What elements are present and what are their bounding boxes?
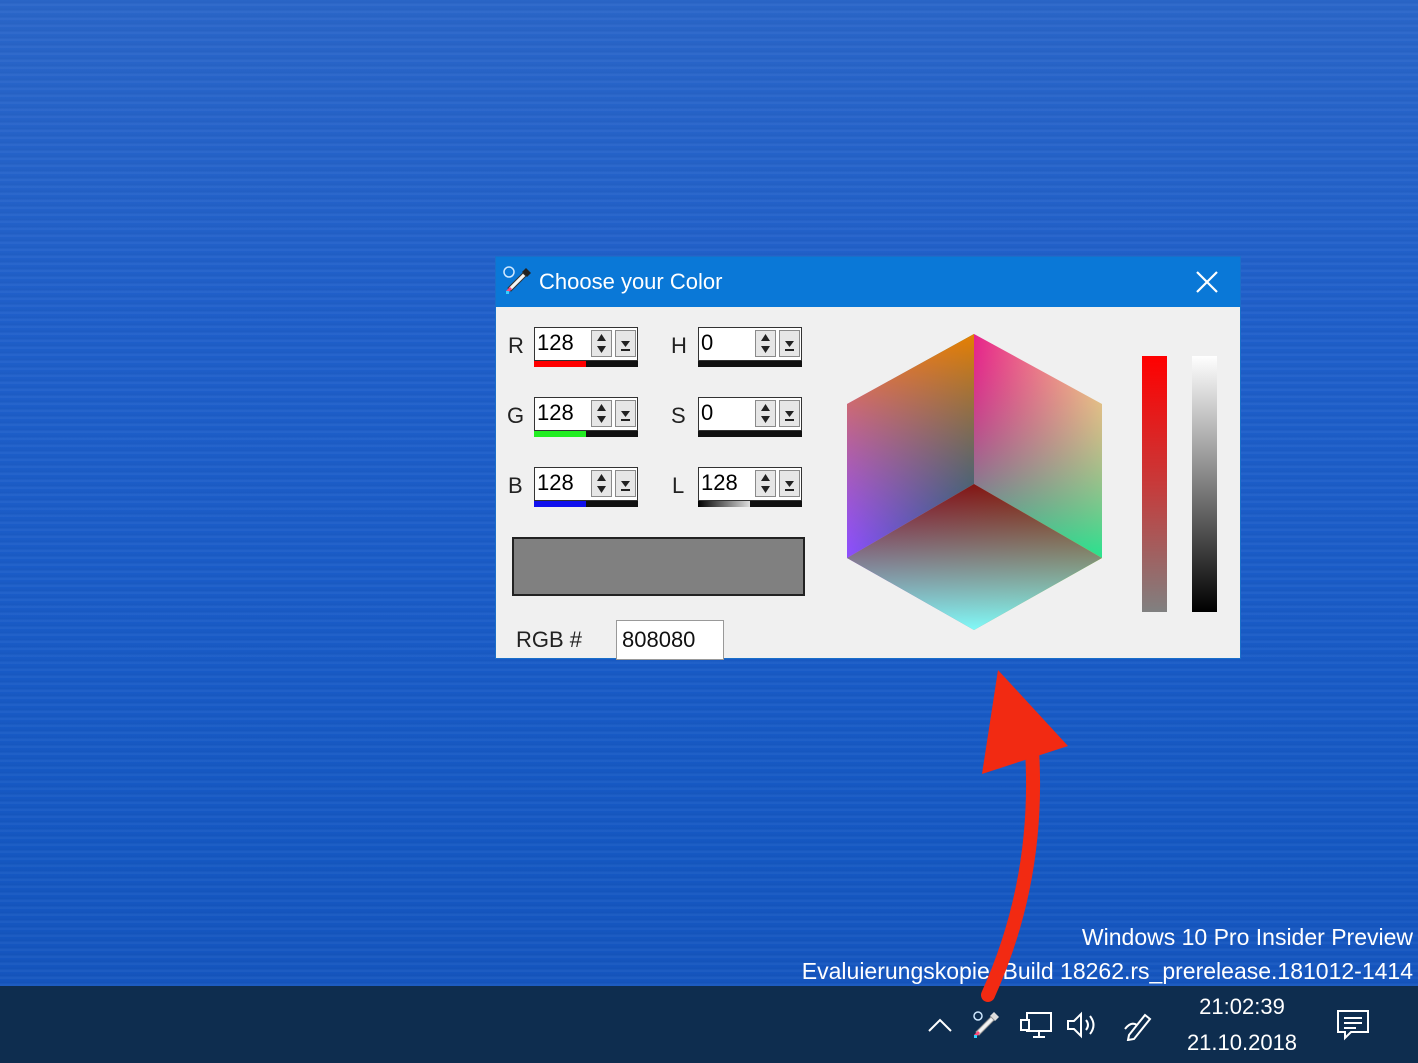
blue-value: 128 [537,470,574,495]
red-level-fill [534,361,587,367]
blue-spin-arrows[interactable] [591,470,612,497]
hue-strip-slider[interactable] [1142,356,1167,612]
chevron-up-icon [928,1018,952,1032]
luminance-level-fill [698,501,751,507]
luminance-value: 128 [701,470,738,495]
dropdown-arrow-icon [621,341,630,351]
hue-label: H [671,333,687,358]
green-spinbox[interactable]: 128 [534,397,640,439]
notification-icon [1337,1009,1369,1040]
color-picker-icon [973,1010,999,1038]
color-preview-swatch [512,537,805,596]
volume-icon [1067,1011,1095,1038]
red-spinbox[interactable]: 128 [534,327,640,369]
hue-spin-arrows[interactable] [755,330,776,357]
close-button[interactable] [1174,257,1240,307]
close-icon [1196,271,1218,293]
windows-watermark: Windows 10 Pro Insider Preview Evaluieru… [802,920,1413,988]
luminance-level-bar [698,501,802,507]
saturation-spin-arrows[interactable] [755,400,776,427]
network-icon [1020,1011,1052,1038]
annotation-arrow [981,670,1068,1002]
updown-arrows-icon [597,474,606,493]
green-spin-arrows[interactable] [591,400,612,427]
hue-dropdown-button[interactable] [779,330,800,357]
taskbar: 21:02:39 21.10.2018 [0,986,1418,1063]
saturation-value: 0 [701,400,714,425]
updown-arrows-icon [597,404,606,423]
red-level-bar [534,361,638,367]
luminance-strip-slider[interactable] [1192,356,1217,612]
eyedropper-icon [503,266,531,294]
saturation-dropdown-button[interactable] [779,400,800,427]
hue-value: 0 [701,330,714,355]
updown-arrows-icon [761,474,770,493]
dropdown-arrow-icon [785,481,794,491]
dialog-title: Choose your Color [539,269,723,294]
luminance-spin-arrows[interactable] [755,470,776,497]
hue-level-bar [698,361,802,367]
clock-time[interactable]: 21:02:39 [1176,994,1308,1020]
green-level-bar [534,431,638,437]
green-dropdown-button[interactable] [615,400,636,427]
show-hidden-icons-button[interactable] [922,986,958,1063]
green-value: 128 [537,400,574,425]
red-spin-arrows[interactable] [591,330,612,357]
watermark-line-1: Windows 10 Pro Insider Preview [1081,924,1413,950]
updown-arrows-icon [761,334,770,353]
blue-label: B [508,473,523,498]
blue-spinbox[interactable]: 128 [534,467,640,509]
blue-level-fill [534,501,587,507]
red-dropdown-button[interactable] [615,330,636,357]
luminance-spinbox[interactable]: 128 [698,467,804,509]
saturation-spinbox[interactable]: 0 [698,397,804,439]
rgb-hex-label: RGB # [516,627,583,652]
pen-icon [1124,1013,1152,1041]
green-label: G [507,403,525,428]
updown-arrows-icon [761,404,770,423]
watermark-line-2: Evaluierungskopie. Build 18262.rs_prerel… [801,958,1413,984]
title-bar[interactable]: Choose your Color [496,257,1240,307]
rgb-hex-input[interactable] [616,620,724,660]
pen-workspace-button[interactable] [1118,986,1160,1063]
dropdown-arrow-icon [785,341,794,351]
red-value: 128 [537,330,574,355]
action-center-button[interactable] [1330,986,1376,1063]
dropdown-arrow-icon [785,411,794,421]
hue-spinbox[interactable]: 0 [698,327,804,369]
red-label: R [508,333,524,358]
green-level-fill [534,431,587,437]
dropdown-arrow-icon [621,481,630,491]
saturation-label: S [671,403,686,428]
blue-level-bar [534,501,638,507]
dropdown-arrow-icon [621,411,630,421]
blue-dropdown-button[interactable] [615,470,636,497]
clock-date[interactable]: 21.10.2018 [1176,1030,1308,1056]
updown-arrows-icon [597,334,606,353]
luminance-label: L [672,473,685,498]
color-picker-dialog: Choose your Color R 128 G 128 B 128 H 0 … [495,256,1241,660]
luminance-dropdown-button[interactable] [779,470,800,497]
saturation-level-bar [698,431,802,437]
color-cube[interactable] [845,334,1105,634]
